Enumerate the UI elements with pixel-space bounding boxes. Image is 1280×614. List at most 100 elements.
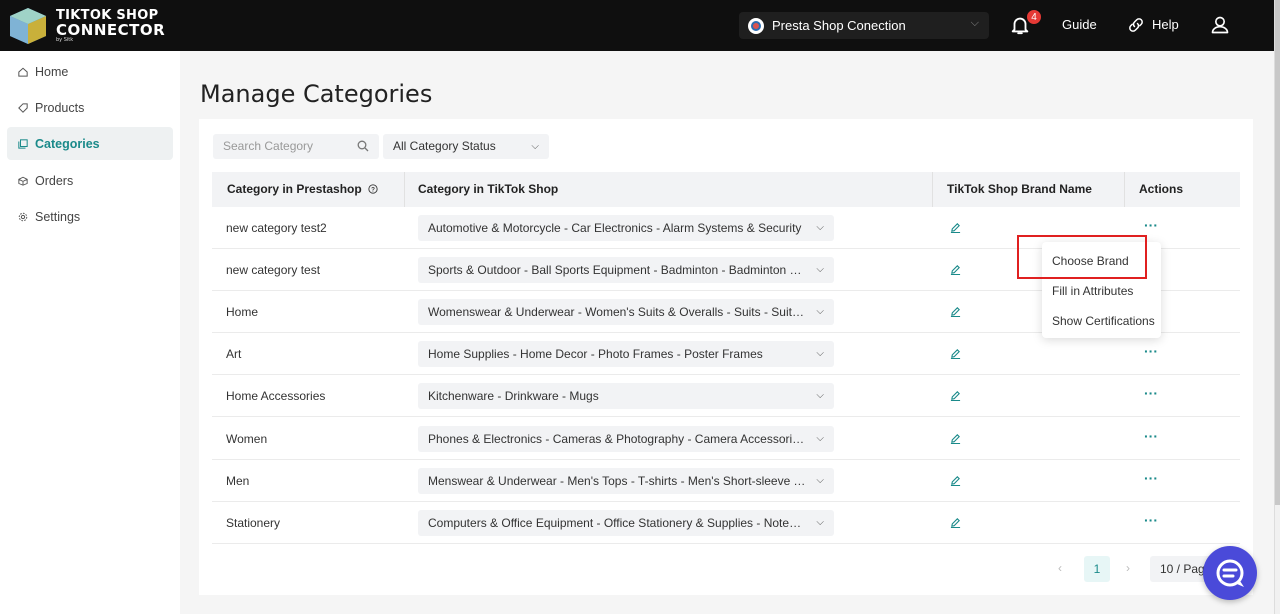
notification-badge: 4 [1026, 9, 1042, 25]
tiktok-category-select[interactable]: Menswear & Underwear - Men's Tops - T-sh… [418, 468, 834, 494]
chevron-down-icon: ⌵ [531, 141, 539, 152]
search-input[interactable]: Search Category [213, 134, 379, 159]
tiktok-category-select[interactable]: Sports & Outdoor - Ball Sports Equipment… [418, 257, 834, 283]
menu-item-show-certifications[interactable]: Show Certifications [1052, 311, 1155, 331]
chevron-down-icon: ⌵ [816, 390, 824, 401]
chevron-down-icon: ⌵ [816, 306, 824, 317]
copy-icon [18, 138, 28, 149]
table-row: Men Menswear & Underwear - Men's Tops - … [212, 460, 1240, 502]
page-scrollbar[interactable] [1274, 0, 1280, 614]
link-icon[interactable] [1127, 16, 1145, 34]
sidebar-item-orders[interactable]: Orders [7, 164, 173, 197]
edit-icon[interactable] [950, 475, 961, 486]
prestashop-category: Men [226, 474, 250, 488]
chevron-down-icon: ⌵ [816, 517, 824, 528]
tiktok-category-select[interactable]: Womenswear & Underwear - Women's Suits &… [418, 299, 834, 325]
more-actions-button[interactable]: ··· [1144, 428, 1158, 444]
edit-icon[interactable] [950, 517, 961, 528]
table-row: Stationery Computers & Office Equipment … [212, 502, 1240, 544]
pagination-page-1[interactable]: 1 [1084, 556, 1110, 582]
sidebar-item-label: Categories [35, 136, 100, 151]
shop-selector[interactable]: Presta Shop Conection ⌵ [739, 12, 989, 39]
edit-icon[interactable] [950, 222, 961, 233]
category-status-filter[interactable]: All Category Status ⌵ [383, 134, 549, 159]
guide-link[interactable]: Guide [1062, 17, 1097, 32]
prestashop-category: Women [226, 432, 268, 446]
column-header-actions: Actions [1139, 182, 1184, 196]
prestashop-category: new category test [226, 263, 321, 277]
chevron-down-icon: ⌵ [816, 348, 824, 359]
sidebar-item-label: Settings [35, 209, 81, 224]
highlight-box [1017, 235, 1147, 279]
search-icon[interactable] [357, 140, 369, 152]
pagination-next-button[interactable]: › [1126, 561, 1130, 575]
more-actions-button[interactable]: ··· [1144, 217, 1158, 233]
scrollbar-thumb[interactable] [1275, 0, 1280, 505]
user-icon[interactable] [1210, 15, 1230, 35]
box-icon [18, 176, 28, 186]
edit-icon[interactable] [950, 390, 961, 401]
tiktok-category-select[interactable]: Automotive & Motorcycle - Car Electronic… [418, 215, 834, 241]
column-header-brand: TikTok Shop Brand Name [947, 182, 1092, 196]
chevron-down-icon: ⌵ [816, 222, 824, 233]
logo-line-2: CONNECTOR [56, 21, 166, 39]
column-header-tiktok: Category in TikTok Shop [418, 182, 559, 196]
edit-icon[interactable] [950, 433, 961, 444]
table-row: Art Home Supplies - Home Decor - Photo F… [212, 333, 1240, 375]
edit-icon[interactable] [950, 306, 961, 317]
column-header-prestashop: Category in Prestashop ? [227, 172, 378, 207]
edit-icon[interactable] [950, 348, 961, 359]
tiktok-category-select[interactable]: Phones & Electronics - Cameras & Photogr… [418, 426, 834, 452]
sidebar-item-label: Orders [35, 173, 74, 188]
pagination-prev-button[interactable]: ‹ [1058, 561, 1062, 575]
sidebar-item-home[interactable]: Home [7, 55, 173, 88]
sidebar-item-label: Products [35, 100, 85, 115]
prestashop-category: Art [226, 347, 242, 361]
column-divider [404, 172, 405, 207]
prestashop-category: Home [226, 305, 259, 319]
more-actions-button[interactable]: ··· [1144, 385, 1158, 401]
sidebar-item-products[interactable]: Products [7, 91, 173, 124]
chevron-down-icon: ⌵ [816, 475, 824, 486]
logo-text: TIKTOK SHOP CONNECTOR by Sitk [56, 9, 166, 44]
home-icon [18, 67, 28, 77]
search-placeholder: Search Category [223, 139, 314, 153]
menu-item-fill-attributes[interactable]: Fill in Attributes [1052, 281, 1133, 301]
logo-mark-icon [10, 8, 46, 44]
sidebar-item-settings[interactable]: Settings [7, 200, 173, 233]
more-actions-button[interactable]: ··· [1144, 512, 1158, 528]
table-row: Home Accessories Kitchenware - Drinkware… [212, 375, 1240, 417]
prestashop-category: Home Accessories [226, 389, 326, 403]
tiktok-category-select[interactable]: Home Supplies - Home Decor - Photo Frame… [418, 341, 834, 367]
shop-logo-icon [748, 17, 764, 34]
shop-selector-value: Presta Shop Conection [772, 18, 906, 33]
prestashop-category: Stationery [226, 516, 281, 530]
app-logo[interactable]: TIKTOK SHOP CONNECTOR by Sitk [6, 6, 165, 46]
chevron-down-icon: ⌵ [816, 433, 824, 444]
column-divider [932, 172, 933, 207]
chevron-down-icon: ⌵ [816, 264, 824, 275]
more-actions-button[interactable]: ··· [1144, 470, 1158, 486]
chat-icon [1216, 559, 1244, 587]
edit-icon[interactable] [950, 264, 961, 275]
table-header: Category in Prestashop ? Category in Tik… [212, 172, 1240, 207]
tiktok-category-select[interactable]: Computers & Office Equipment - Office St… [418, 510, 834, 536]
chevron-down-icon: ⌵ [970, 17, 979, 29]
help-link[interactable]: Help [1152, 17, 1179, 32]
sidebar: Home Products Categories Orders Settings [0, 51, 180, 614]
column-divider [1124, 172, 1125, 207]
tag-icon [18, 102, 28, 113]
more-actions-button[interactable]: ··· [1144, 343, 1158, 359]
chat-support-button[interactable] [1203, 546, 1257, 600]
sidebar-item-categories[interactable]: Categories [7, 127, 173, 160]
status-filter-value: All Category Status [393, 139, 496, 153]
tiktok-category-select[interactable]: Kitchenware - Drinkware - Mugs ⌵ [418, 383, 834, 409]
page-title: Manage Categories [200, 80, 433, 108]
prestashop-category: new category test2 [226, 221, 327, 235]
gear-icon [18, 212, 28, 221]
top-header: TIKTOK SHOP CONNECTOR by Sitk Presta Sho… [0, 0, 1274, 51]
sidebar-item-label: Home [35, 64, 69, 79]
table-row: Women Phones & Electronics - Cameras & P… [212, 418, 1240, 460]
svg-text:?: ? [371, 187, 375, 194]
help-circle-icon[interactable]: ? [368, 184, 378, 194]
